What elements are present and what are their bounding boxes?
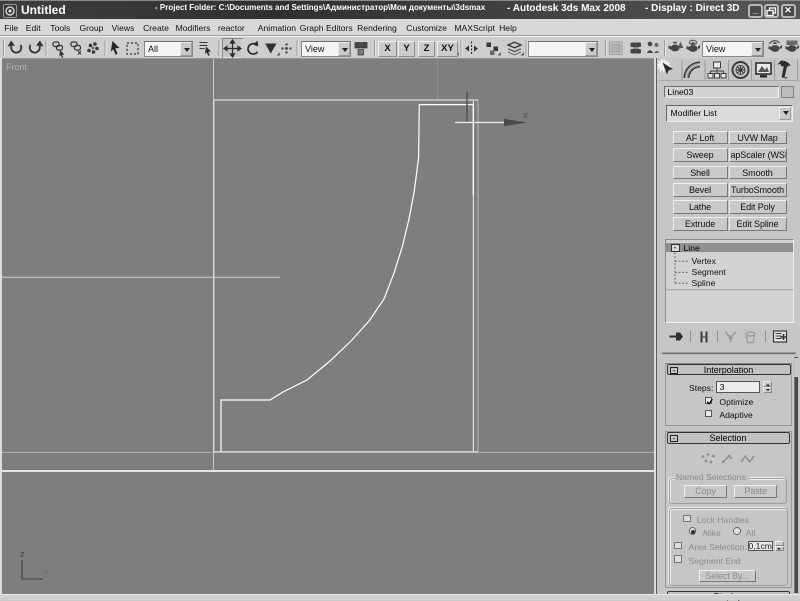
svg-text:x: x xyxy=(44,568,48,577)
svg-text:z: z xyxy=(20,549,25,559)
svg-text:x: x xyxy=(523,110,528,120)
